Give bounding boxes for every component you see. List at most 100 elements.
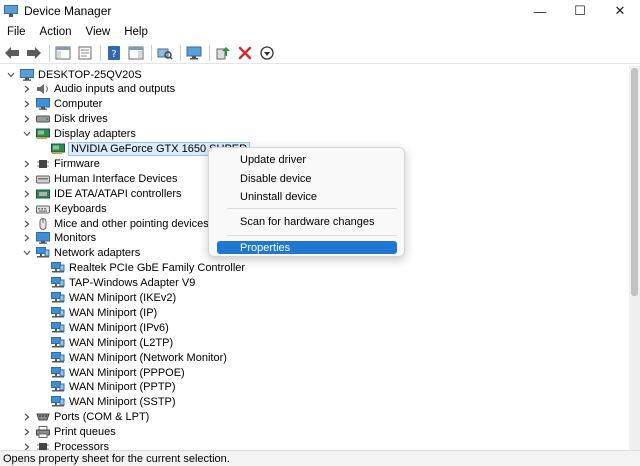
scan-hardware-icon bbox=[157, 48, 173, 60]
disable-device-menu-item[interactable]: Disable device bbox=[217, 172, 397, 185]
network-icon bbox=[51, 262, 65, 274]
chevron-down-icon[interactable] bbox=[22, 246, 32, 261]
show-hide-console-tree-button[interactable] bbox=[53, 43, 73, 63]
tree-item-label: Firmware bbox=[54, 157, 100, 170]
window-controls: — ☐ ✕ bbox=[520, 0, 640, 22]
tree-device[interactable]: WAN Miniport (SSTP) bbox=[37, 395, 176, 410]
tree-category[interactable]: Ports (COM & LPT) bbox=[22, 410, 149, 425]
tree-category[interactable]: Network adapters bbox=[22, 246, 140, 261]
tree-device[interactable]: WAN Miniport (IPv6) bbox=[37, 320, 169, 335]
scan-hardware-changes-menu-item[interactable]: Scan for hardware changes bbox=[217, 215, 397, 228]
forward-arrow-icon bbox=[27, 46, 41, 59]
tree-device[interactable]: WAN Miniport (PPTP) bbox=[37, 380, 176, 395]
tree-device[interactable]: WAN Miniport (IKEv2) bbox=[37, 291, 176, 306]
tree-item-label: Print queues bbox=[54, 426, 116, 439]
disable-device-button[interactable] bbox=[257, 43, 277, 63]
chevron-right-icon[interactable] bbox=[22, 216, 32, 231]
menu-bar: File Action View Help bbox=[0, 22, 640, 42]
menu-view[interactable]: View bbox=[79, 26, 118, 38]
hid-icon bbox=[36, 173, 50, 185]
tree-category[interactable]: Keyboards bbox=[22, 201, 107, 216]
monitor-icon bbox=[36, 232, 50, 245]
tree-device[interactable]: WAN Miniport (L2TP) bbox=[37, 335, 173, 350]
action-pane-button[interactable] bbox=[126, 43, 146, 63]
chevron-right-icon[interactable] bbox=[22, 97, 32, 112]
chevron-right-icon[interactable] bbox=[22, 156, 32, 171]
network-icon bbox=[51, 381, 65, 393]
uninstall-icon bbox=[238, 46, 252, 59]
network-icon bbox=[51, 396, 65, 408]
device-tree: DESKTOP-25QV20S Audio inputs and outputs C… bbox=[0, 66, 629, 450]
toolbar: ? bbox=[0, 42, 640, 64]
tree-category[interactable]: Mice and other pointing devices bbox=[22, 216, 209, 231]
forward-button[interactable] bbox=[24, 43, 44, 63]
network-icon bbox=[51, 366, 65, 379]
chevron-right-icon[interactable] bbox=[22, 82, 32, 97]
tree-item-label: Network adapters bbox=[54, 247, 141, 260]
scrollbar-thumb[interactable] bbox=[631, 68, 638, 296]
printer-icon bbox=[36, 426, 50, 439]
speaker-icon bbox=[36, 83, 50, 95]
chevron-right-icon[interactable] bbox=[22, 231, 32, 246]
network-icon bbox=[51, 292, 65, 304]
close-button[interactable]: ✕ bbox=[600, 0, 640, 22]
back-button[interactable] bbox=[2, 43, 22, 63]
network-icon bbox=[36, 247, 50, 259]
tree-category[interactable]: Print queues bbox=[22, 425, 116, 440]
tree-category[interactable]: Processors bbox=[22, 440, 109, 450]
monitor-icon bbox=[186, 46, 202, 59]
display-adapter-icon bbox=[51, 143, 65, 155]
toolbar-separator bbox=[151, 44, 152, 61]
chevron-right-icon[interactable] bbox=[22, 171, 32, 186]
uninstall-button[interactable] bbox=[235, 43, 255, 63]
context-menu: Update driver Disable device Uninstall dev… bbox=[208, 147, 405, 257]
network-icon bbox=[51, 306, 65, 319]
tree-device[interactable]: WAN Miniport (PPPOE) bbox=[37, 365, 185, 380]
tree-item-label: Display adapters bbox=[54, 128, 136, 141]
tree-category[interactable]: Human Interface Devices bbox=[22, 171, 178, 186]
chevron-right-icon[interactable] bbox=[22, 201, 32, 216]
uninstall-device-menu-item[interactable]: Uninstall device bbox=[217, 190, 397, 203]
chip-icon bbox=[36, 441, 50, 450]
chevron-down-icon[interactable] bbox=[22, 127, 32, 142]
tree-category[interactable]: IDE ATA/ATAPI controllers bbox=[22, 186, 182, 201]
chevron-right-icon[interactable] bbox=[22, 410, 32, 425]
properties-button[interactable] bbox=[75, 43, 95, 63]
tree-root[interactable]: DESKTOP-25QV20S bbox=[6, 67, 142, 82]
tree-device[interactable]: WAN Miniport (IP) bbox=[37, 305, 157, 320]
maximize-button[interactable]: ☐ bbox=[560, 0, 600, 22]
tree-item-label: WAN Miniport (IKEv2) bbox=[69, 292, 177, 304]
menu-action[interactable]: Action bbox=[33, 26, 79, 38]
tree-device[interactable]: Realtek PCIe GbE Family Controller bbox=[37, 261, 245, 276]
disk-icon bbox=[36, 113, 50, 125]
vertical-scrollbar[interactable] bbox=[629, 66, 640, 450]
tree-category[interactable]: Monitors bbox=[22, 231, 96, 246]
tree-item-label: WAN Miniport (IPv6) bbox=[69, 321, 169, 334]
help-button[interactable]: ? bbox=[104, 43, 124, 63]
status-bar: Opens property sheet for the current sel… bbox=[0, 450, 640, 466]
tree-device[interactable]: WAN Miniport (Network Monitor) bbox=[37, 350, 227, 365]
tree-category[interactable]: Display adapters bbox=[22, 127, 136, 142]
tree-item-label: WAN Miniport (PPTP) bbox=[69, 381, 176, 394]
tree-category[interactable]: Disk drives bbox=[22, 112, 108, 127]
chevron-right-icon[interactable] bbox=[22, 440, 32, 450]
tree-item-label: Monitors bbox=[54, 232, 97, 245]
toolbar-separator bbox=[209, 44, 210, 61]
chevron-down-icon[interactable] bbox=[6, 67, 16, 82]
tree-category[interactable]: Computer bbox=[22, 97, 102, 112]
toolbar-separator bbox=[49, 44, 50, 61]
menu-file[interactable]: File bbox=[0, 26, 33, 38]
chevron-right-icon[interactable] bbox=[22, 112, 32, 127]
chevron-right-icon[interactable] bbox=[22, 425, 32, 440]
scan-hardware-button[interactable] bbox=[155, 43, 175, 63]
update-driver-button[interactable] bbox=[213, 43, 233, 63]
tree-category[interactable]: Audio inputs and outputs bbox=[22, 82, 175, 97]
menu-help[interactable]: Help bbox=[117, 26, 155, 38]
tree-category[interactable]: Firmware bbox=[22, 156, 100, 171]
tree-device[interactable]: TAP-Windows Adapter V9 bbox=[37, 276, 195, 291]
display-button[interactable] bbox=[184, 43, 204, 63]
chevron-right-icon[interactable] bbox=[22, 186, 32, 201]
update-driver-menu-item[interactable]: Update driver bbox=[217, 153, 397, 166]
minimize-button[interactable]: — bbox=[520, 0, 560, 22]
properties-menu-item[interactable]: Properties bbox=[217, 241, 397, 254]
